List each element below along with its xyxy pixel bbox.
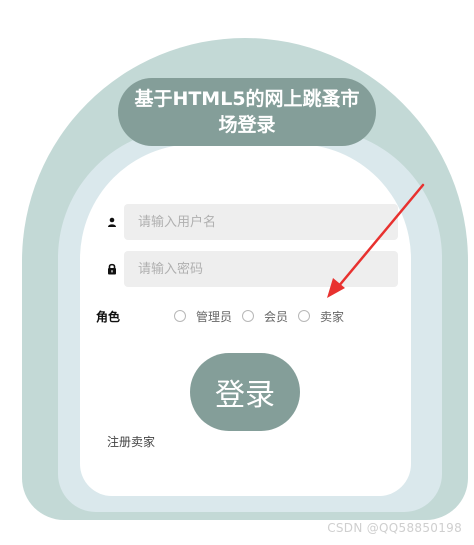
role-option-admin[interactable]: 管理员 (174, 308, 232, 325)
role-option-admin-label: 管理员 (196, 309, 233, 324)
role-option-member[interactable]: 会员 (242, 308, 288, 325)
lock-icon (100, 251, 124, 287)
role-selector: 角色 管理员 会员 卖家 (96, 306, 396, 326)
username-row (100, 204, 400, 240)
radio-admin[interactable] (174, 310, 186, 322)
role-option-member-label: 会员 (264, 309, 289, 324)
register-seller-link[interactable]: 注册卖家 (107, 433, 155, 450)
radio-member[interactable] (242, 310, 255, 322)
radio-seller[interactable] (298, 310, 311, 322)
role-label: 角色 (96, 309, 121, 324)
page-title: 基于HTML5的网上跳蚤市场登录 (118, 78, 376, 146)
user-icon (100, 204, 124, 240)
role-option-seller-label: 卖家 (320, 309, 345, 324)
watermark: CSDN @QQ58850198 (327, 521, 462, 535)
role-option-seller[interactable]: 卖家 (298, 308, 344, 325)
login-page: 基于HTML5的网上跳蚤市场登录 角色 管理员 会员 (0, 0, 474, 545)
username-input[interactable] (124, 204, 398, 240)
password-input[interactable] (124, 251, 398, 287)
login-button[interactable]: 登录 (190, 353, 300, 431)
password-row (100, 251, 400, 287)
